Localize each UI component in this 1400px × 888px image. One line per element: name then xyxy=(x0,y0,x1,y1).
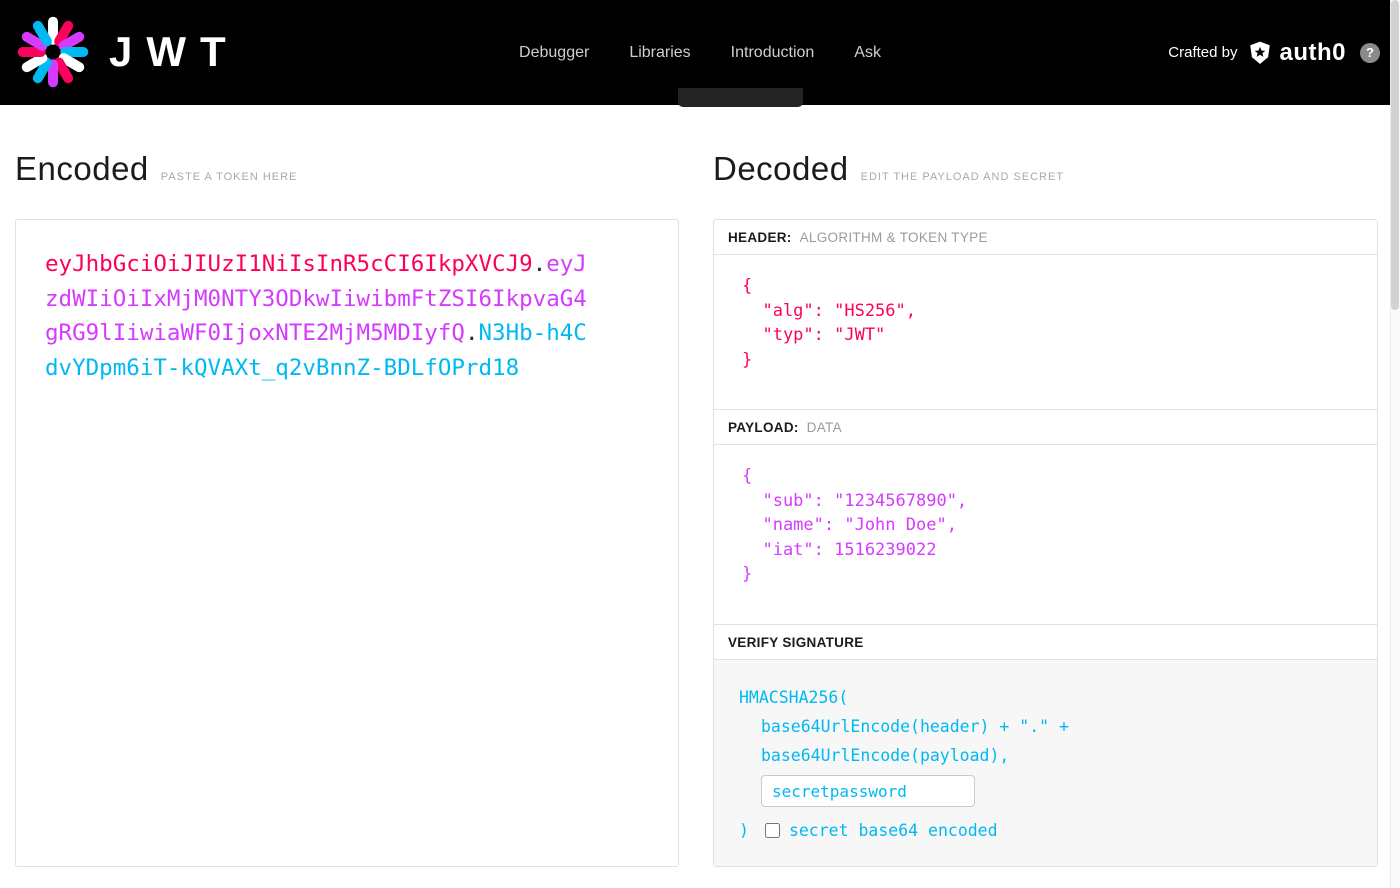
algorithm-selector-partial[interactable] xyxy=(678,88,803,107)
encoded-title: Encoded xyxy=(15,150,149,187)
base64-encoded-checkbox[interactable] xyxy=(764,823,780,838)
verify-signature-label: VERIFY SIGNATURE xyxy=(728,634,864,650)
encoded-token-editor[interactable]: eyJhbGciOiJIUzI1NiIsInR5cCI6IkpXVCJ9.eyJ… xyxy=(15,219,679,867)
auth0-shield-icon xyxy=(1247,39,1273,67)
header-section-sublabel: ALGORITHM & TOKEN TYPE xyxy=(799,229,988,245)
header-section-label-row: HEADER: ALGORITHM & TOKEN TYPE xyxy=(714,220,1377,255)
encoded-header: Encoded PASTE A TOKEN HERE xyxy=(15,150,297,188)
jwt-debugger-page: JWT Debugger Libraries Introduction Ask … xyxy=(0,0,1400,888)
decoded-panel: HEADER: ALGORITHM & TOKEN TYPE { "alg": … xyxy=(713,219,1378,867)
nav-link-introduction[interactable]: Introduction xyxy=(731,44,815,62)
decoded-header: Decoded EDIT THE PAYLOAD AND SECRET xyxy=(713,150,1064,188)
nav-link-libraries[interactable]: Libraries xyxy=(629,44,690,62)
payload-json-content: { "sub": "1234567890", "name": "John Doe… xyxy=(742,466,968,584)
header-json-content: { "alg": "HS256", "typ": "JWT" } xyxy=(742,276,916,370)
help-icon[interactable]: ? xyxy=(1360,42,1380,63)
payload-json-editor[interactable]: { "sub": "1234567890", "name": "John Doe… xyxy=(714,445,1377,625)
payload-section-sublabel: DATA xyxy=(806,419,842,435)
scrollbar-track xyxy=(1390,0,1400,888)
jwt-logo-text: JWT xyxy=(109,28,240,75)
encoded-subtitle: PASTE A TOKEN HERE xyxy=(160,171,298,183)
header-json-editor[interactable]: { "alg": "HS256", "typ": "JWT" } xyxy=(714,255,1377,410)
jwt-token-text: eyJhbGciOiJIUzI1NiIsInR5cCI6IkpXVCJ9.eyJ… xyxy=(45,247,596,385)
header-section-label: HEADER: xyxy=(728,229,792,245)
navbar-right: Crafted by auth0 ? xyxy=(1168,0,1380,105)
signature-close-paren: ) xyxy=(739,821,749,840)
jwt-logo[interactable]: JWT xyxy=(15,9,240,95)
token-separator-dot: . xyxy=(532,251,547,277)
scrollbar-thumb[interactable] xyxy=(1391,0,1399,310)
signature-formula-line: base64UrlEncode(header) + "." + xyxy=(761,717,1069,736)
decoded-subtitle: EDIT THE PAYLOAD AND SECRET xyxy=(860,171,1065,183)
signature-close-row: ) secret base64 encoded xyxy=(739,816,1357,845)
jwt-starburst-icon xyxy=(15,14,91,90)
decoded-title: Decoded xyxy=(713,150,849,187)
verify-signature-area: HMACSHA256( base64UrlEncode(header) + ".… xyxy=(714,660,1377,866)
nav-link-ask[interactable]: Ask xyxy=(854,44,881,62)
secret-input[interactable] xyxy=(761,775,975,807)
token-separator-dot: . xyxy=(464,320,479,346)
signature-formula-line: HMACSHA256( xyxy=(739,688,849,707)
base64-encoded-label[interactable]: secret base64 encoded xyxy=(789,816,998,845)
auth0-logo[interactable]: auth0 xyxy=(1247,39,1346,67)
token-header-segment: eyJhbGciOiJIUzI1NiIsInR5cCI6IkpXVCJ9 xyxy=(45,251,533,277)
verify-signature-label-row: VERIFY SIGNATURE xyxy=(714,625,1377,660)
nav-link-debugger[interactable]: Debugger xyxy=(519,44,589,62)
signature-formula-line: base64UrlEncode(payload), xyxy=(761,746,1010,765)
payload-section-label-row: PAYLOAD: DATA xyxy=(714,410,1377,445)
payload-section-label: PAYLOAD: xyxy=(728,419,799,435)
auth0-logo-text: auth0 xyxy=(1279,38,1346,66)
crafted-by-label: Crafted by xyxy=(1168,44,1238,61)
